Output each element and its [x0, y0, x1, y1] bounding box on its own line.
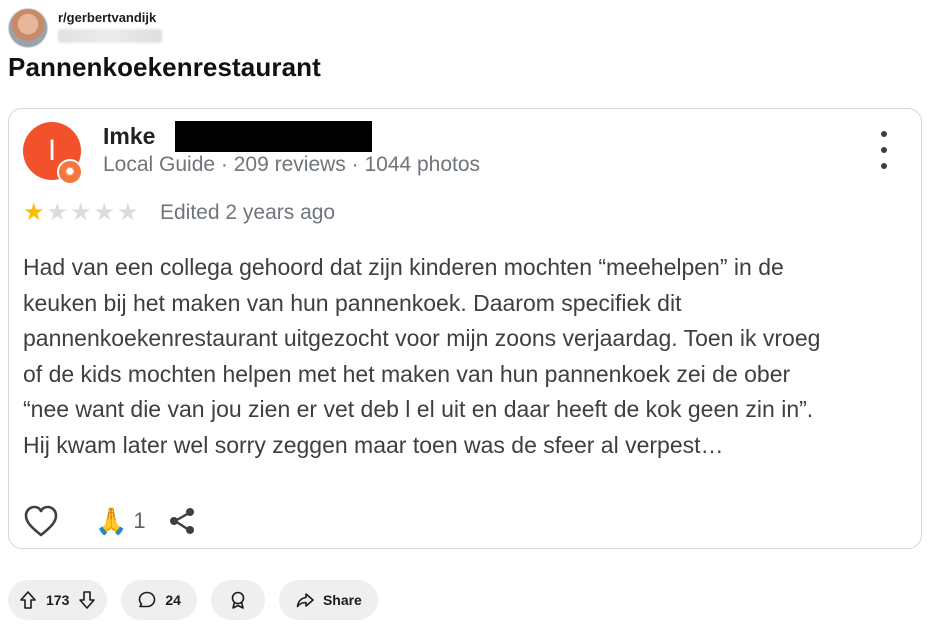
vote-control: 173: [8, 580, 108, 620]
heart-icon[interactable]: [23, 504, 59, 538]
blurred-username: [58, 29, 162, 43]
review-text: Had van een collega gehoord dat zijn kin…: [23, 254, 821, 458]
upvote-count: 173: [46, 592, 70, 608]
reaction-count: 1: [133, 508, 146, 533]
star-icon: ★: [46, 199, 69, 226]
star-icon: ★: [117, 199, 139, 226]
comment-count: 24: [165, 592, 181, 608]
star-rating: ★ ★ ★ ★ ★: [23, 201, 139, 225]
edited-timestamp: Edited 2 years ago: [160, 201, 336, 224]
more-vertical-icon[interactable]: [869, 131, 899, 169]
reaction-button[interactable]: 🙏 1: [95, 506, 146, 536]
review-actions: 🙏 1: [23, 503, 198, 539]
share-arrow-icon: [296, 593, 314, 608]
share-button[interactable]: Share: [278, 580, 378, 620]
comments-button[interactable]: 24: [121, 580, 197, 620]
share-label: Share: [322, 592, 362, 608]
reviewer-name[interactable]: Imke: [103, 123, 155, 150]
award-button[interactable]: [210, 580, 265, 620]
praying-hands-icon: 🙏: [95, 506, 128, 536]
review-screenshot-card[interactable]: I ✹ Imke Local Guide · 209 reviews · 104…: [8, 108, 922, 549]
star-icon: ★: [23, 199, 45, 226]
award-icon: [231, 591, 245, 609]
post-header: r/gerbertvandijk: [8, 8, 162, 48]
reviewer-meta: Local Guide · 209 reviews · 1044 photos: [103, 153, 481, 176]
post-title[interactable]: Pannenkoekenrestaurant: [8, 52, 321, 83]
downvote-icon[interactable]: [77, 590, 97, 610]
share-icon[interactable]: [166, 505, 198, 537]
subreddit-name[interactable]: r/gerbertvandijk: [58, 10, 162, 25]
local-guide-badge-icon: ✹: [57, 159, 83, 185]
upvote-icon[interactable]: [18, 590, 38, 610]
star-icon: ★: [70, 199, 92, 226]
subreddit-avatar[interactable]: [8, 8, 48, 48]
redaction-bar: [175, 121, 372, 152]
post-action-bar: 173 24 Share: [8, 580, 378, 620]
comment-icon: [139, 591, 156, 608]
subreddit-meta: r/gerbertvandijk: [58, 10, 162, 43]
star-icon: ★: [93, 199, 116, 226]
